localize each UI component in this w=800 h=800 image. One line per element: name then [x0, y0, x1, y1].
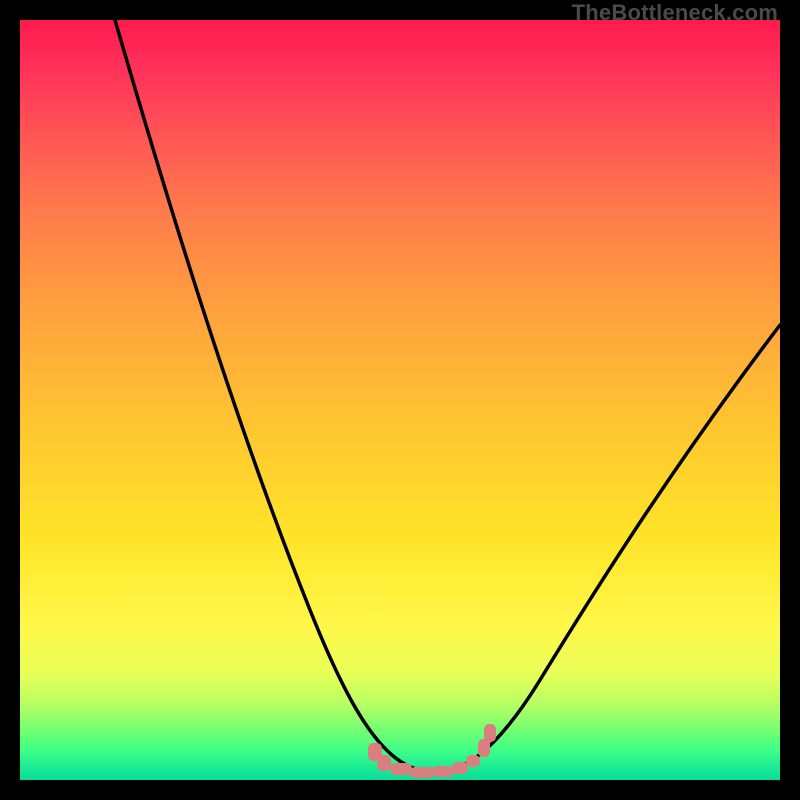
- chart-frame: [20, 20, 780, 780]
- marker-icon: [452, 762, 468, 774]
- bottleneck-curve: [115, 20, 780, 772]
- marker-icon: [484, 724, 496, 742]
- marker-icon: [390, 763, 412, 775]
- chart-plot: [20, 20, 780, 780]
- marker-icon: [466, 755, 480, 767]
- marker-icon: [377, 755, 391, 771]
- marker-icon: [410, 767, 434, 778]
- watermark-text: TheBottleneck.com: [572, 0, 778, 26]
- marker-icon: [432, 766, 454, 777]
